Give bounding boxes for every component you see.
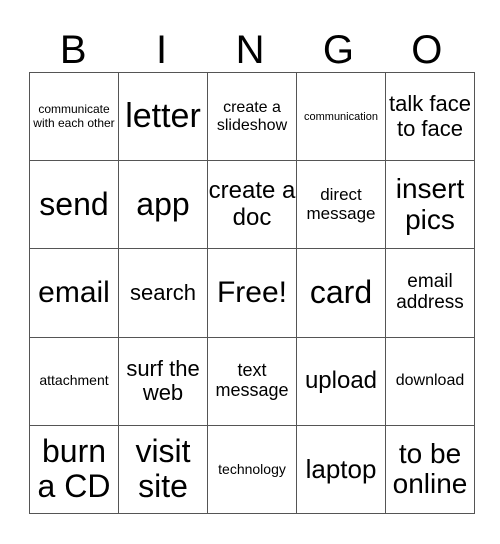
bingo-cell[interactable]: surf the web [118,336,208,426]
header-letter-n: N [235,28,265,72]
grid-row: send app create a doc direct message insert … [29,160,475,250]
header-letter-i: I [156,28,168,72]
grid-row: burn a CD visit site technology laptop to be… [29,424,475,515]
bingo-cell[interactable]: direct message [296,160,386,250]
bingo-cell[interactable]: to be online [385,424,475,515]
bingo-cell[interactable]: upload [296,336,386,426]
bingo-cell[interactable]: laptop [296,424,386,515]
bingo-cell[interactable]: talk face to face [385,71,475,162]
grid-row: email search Free! card email address [29,248,475,338]
bingo-cell[interactable]: attachment [29,336,119,426]
header-letter-b: B [59,28,87,72]
bingo-cell[interactable]: technology [207,424,297,515]
bingo-cell[interactable]: email address [385,248,475,338]
bingo-cell[interactable]: letter [118,71,208,162]
bingo-cell[interactable]: search [118,248,208,338]
bingo-cell[interactable]: card [296,248,386,338]
bingo-cell[interactable]: visit site [118,424,208,515]
header-letter-g: G [322,28,354,72]
bingo-grid: communicate with each other letter create … [29,71,475,515]
bingo-cell[interactable]: communication [296,71,386,162]
grid-row: attachment surf the web text message upload… [29,336,475,426]
bingo-cell[interactable]: send [29,160,119,250]
bingo-cell[interactable]: text message [207,336,297,426]
bingo-cell[interactable]: insert pics [385,160,475,250]
bingo-cell[interactable]: email [29,248,119,338]
bingo-cell[interactable]: communicate with each other [29,71,119,162]
bingo-cell[interactable]: download [385,336,475,426]
bingo-cell[interactable]: app [118,160,208,250]
grid-row: communicate with each other letter create … [29,71,475,162]
header-letter-o: O [411,28,443,72]
bingo-cell[interactable]: create a slideshow [207,71,297,162]
free-space-cell[interactable]: Free! [207,248,297,338]
bingo-cell[interactable]: burn a CD [29,424,119,515]
bingo-header: B I N G O [29,28,471,72]
bingo-cell[interactable]: create a doc [207,160,297,250]
